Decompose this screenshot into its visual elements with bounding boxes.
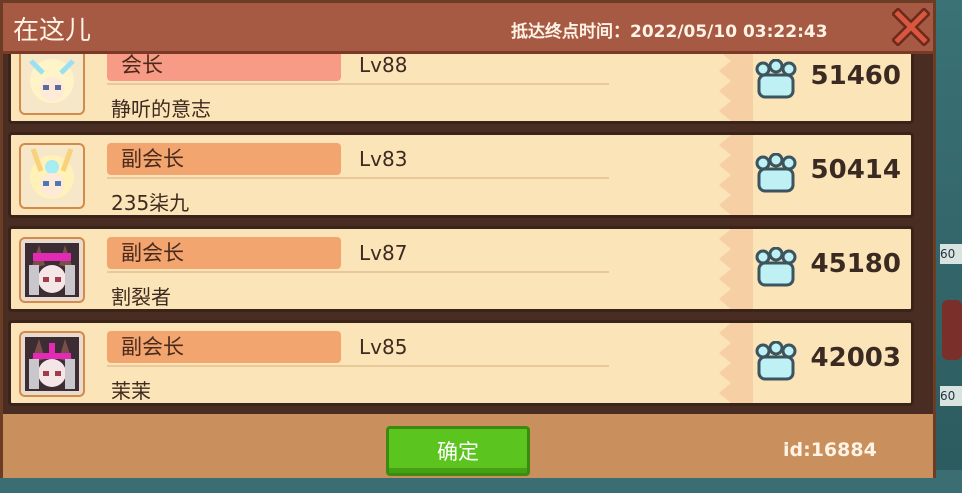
close-x-icon bbox=[892, 8, 930, 46]
arrival-value: 2022/05/10 03:22:43 bbox=[630, 22, 828, 42]
zigzag-divider bbox=[719, 229, 753, 309]
member-level: Lv85 bbox=[359, 335, 408, 359]
background-creature bbox=[942, 300, 962, 360]
members-dialog: 在这儿 抵达终点时间：2022/05/10 03:22:43 会长 Lv88 静… bbox=[0, 0, 936, 478]
member-role-badge: 会长 bbox=[107, 54, 341, 81]
dialog-title: 在这儿 bbox=[13, 16, 92, 46]
member-role-badge: 副会长 bbox=[107, 331, 341, 363]
member-name: 静听的意志 bbox=[111, 97, 211, 121]
member-score: 42003 bbox=[810, 343, 901, 373]
member-avatar bbox=[19, 54, 85, 115]
arrival-label: 抵达终点时间： bbox=[511, 22, 630, 42]
member-avatar bbox=[19, 331, 85, 397]
zigzag-divider bbox=[719, 54, 753, 121]
member-name: 235柒九 bbox=[111, 191, 190, 215]
row-divider bbox=[107, 177, 609, 179]
list-item[interactable]: 副会长 Lv85 茉茉 42003 bbox=[8, 320, 914, 406]
member-avatar bbox=[19, 143, 85, 209]
arrival-time: 抵达终点时间：2022/05/10 03:22:43 bbox=[511, 17, 828, 42]
close-button[interactable] bbox=[891, 7, 931, 47]
member-score: 51460 bbox=[810, 61, 901, 91]
member-level: Lv88 bbox=[359, 54, 408, 77]
dialog-titlebar: 在这儿 抵达终点时间：2022/05/10 03:22:43 bbox=[3, 3, 933, 54]
background-tag: 60 bbox=[940, 244, 962, 264]
row-divider bbox=[107, 365, 609, 367]
zigzag-divider bbox=[719, 135, 753, 215]
member-score: 45180 bbox=[810, 249, 901, 279]
member-role-badge: 副会长 bbox=[107, 237, 341, 269]
member-level: Lv83 bbox=[359, 147, 408, 171]
member-role-badge: 副会长 bbox=[107, 143, 341, 175]
zigzag-divider bbox=[719, 323, 753, 403]
list-item[interactable]: 会长 Lv88 静听的意志 51460 bbox=[8, 54, 914, 124]
member-level: Lv87 bbox=[359, 241, 408, 265]
member-name: 茉茉 bbox=[111, 379, 151, 403]
background-tag: 60 bbox=[940, 386, 962, 406]
confirm-button[interactable]: 确定 bbox=[386, 426, 530, 476]
background-scene: 60 60 bbox=[936, 0, 962, 493]
list-item[interactable]: 副会长 Lv83 235柒九 50414 bbox=[8, 132, 914, 218]
member-score: 50414 bbox=[810, 155, 901, 185]
member-avatar bbox=[19, 237, 85, 303]
user-id-label: id:16884 bbox=[783, 439, 877, 461]
row-divider bbox=[107, 83, 609, 85]
row-divider bbox=[107, 271, 609, 273]
list-item[interactable]: 副会长 Lv87 割裂者 45180 bbox=[8, 226, 914, 312]
member-list[interactable]: 会长 Lv88 静听的意志 51460 副会长 Lv83 235柒九 50414 bbox=[3, 54, 933, 414]
member-name: 割裂者 bbox=[111, 285, 171, 309]
